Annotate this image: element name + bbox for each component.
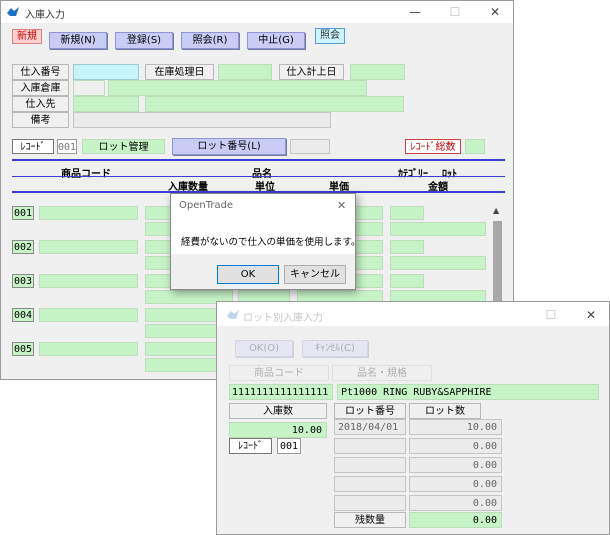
- lot-lot-qty-label: ロット数: [409, 403, 481, 419]
- grid-header-line-mid: [12, 176, 505, 177]
- lot-row-qty-field[interactable]: 0.00: [409, 495, 502, 511]
- supplier-code-field[interactable]: [73, 96, 139, 112]
- lot-record-label: ﾚｺｰﾄﾞ: [229, 438, 272, 454]
- lot-product-name-field: Pt1000 RING RUBY&SAPPHIRE: [337, 384, 599, 400]
- main-titlebar: 入庫入力 — ☐ ✕: [1, 1, 513, 23]
- row-number: 002: [12, 240, 34, 254]
- record-no-field[interactable]: 001: [57, 139, 77, 154]
- lot-row-lot-no-field[interactable]: 2018/04/01: [334, 419, 406, 435]
- supplier-name-field[interactable]: [145, 96, 404, 112]
- lot-product-name-label: 品名・規格: [332, 365, 432, 381]
- lot-row-lot-no-field[interactable]: [334, 495, 406, 511]
- warehouse-code-field[interactable]: [73, 80, 105, 96]
- lot-titlebar: ロット別入庫入力 ☐ ✕: [217, 302, 609, 326]
- lot-row-qty-field[interactable]: 10.00: [409, 419, 502, 435]
- maximize-icon[interactable]: ☐: [439, 3, 471, 21]
- row-product-code-field[interactable]: [39, 342, 138, 356]
- inquiry-button[interactable]: 照会(R): [181, 32, 239, 49]
- lot-window-title: ロット別入庫入力: [243, 313, 323, 324]
- lot-row-lot-no-field[interactable]: [334, 457, 406, 473]
- dialog-cancel-button[interactable]: キャンセル: [284, 265, 346, 284]
- row-number: 003: [12, 274, 34, 288]
- lot-row-qty-field[interactable]: 0.00: [409, 476, 502, 492]
- supplier-label: 仕入先: [12, 96, 69, 112]
- row-product-code-field[interactable]: [39, 240, 138, 254]
- register-button[interactable]: 登録(S): [115, 32, 173, 49]
- lot-stock-qty-label: 入庫数: [229, 403, 327, 419]
- lot-row-lot-no-field[interactable]: [334, 438, 406, 454]
- warehouse-label: 入庫倉庫: [12, 80, 69, 96]
- stock-date-field[interactable]: [218, 64, 272, 80]
- grid-header-line-top: [12, 159, 505, 161]
- row-number: 001: [12, 206, 34, 220]
- order-no-field[interactable]: [73, 64, 139, 80]
- lot-record-no-field[interactable]: 001: [277, 438, 301, 454]
- warehouse-name-field[interactable]: [108, 80, 367, 96]
- lot-product-code-label: 商品コード: [229, 365, 329, 381]
- lot-number-field[interactable]: [290, 139, 330, 154]
- lot-row-qty-field[interactable]: 0.00: [409, 457, 502, 473]
- memo-field[interactable]: [73, 112, 331, 128]
- lot-management-field: ロット管理: [82, 139, 165, 154]
- lot-cancel-button[interactable]: ｷｬﾝｾﾙ(C): [302, 340, 368, 357]
- cancel-button[interactable]: 中止(G): [247, 32, 305, 49]
- lot-product-code-field: 1111111111111111: [229, 384, 333, 400]
- stock-date-label: 在庫処理日: [145, 64, 214, 80]
- dialog-ok-button[interactable]: OK: [217, 265, 279, 284]
- dialog-message: 経費がないので仕入の単価を使用します。: [181, 237, 361, 248]
- record-total-field: [465, 139, 485, 154]
- row-amount-field[interactable]: [390, 222, 486, 236]
- close-icon[interactable]: ✕: [479, 3, 511, 21]
- dialog-close-icon[interactable]: ✕: [337, 199, 346, 212]
- row-category-field[interactable]: [390, 206, 424, 220]
- lot-row-qty-field[interactable]: 0.00: [409, 438, 502, 454]
- new-button[interactable]: 新規(N): [49, 32, 107, 49]
- row-product-code-field[interactable]: [39, 308, 138, 322]
- record-label: ﾚｺｰﾄﾞ: [12, 139, 54, 154]
- row-product-code-field[interactable]: [39, 274, 138, 288]
- order-no-label: 仕入番号: [12, 64, 69, 80]
- lot-maximize-icon[interactable]: ☐: [535, 306, 567, 324]
- lot-remaining-field: 0.00: [409, 512, 502, 528]
- lot-lot-no-label: ロット番号: [334, 403, 406, 419]
- app-icon: [7, 7, 19, 16]
- row-category-field[interactable]: [390, 274, 424, 288]
- header-category: ｶﾃｺﾞﾘｰ: [398, 169, 428, 180]
- header-product-code: 商品コード: [61, 169, 111, 180]
- lot-number-button[interactable]: ロット番号(L): [172, 138, 286, 155]
- lot-stock-qty-field: 10.00: [229, 422, 327, 438]
- row-number: 005: [12, 342, 34, 356]
- record-total-label: ﾚｺｰﾄﾞ総数: [405, 139, 461, 154]
- lot-app-icon: [227, 310, 239, 319]
- row-number: 004: [12, 308, 34, 322]
- lot-ok-button[interactable]: OK(O): [235, 340, 293, 357]
- scroll-up-icon[interactable]: ▲: [493, 206, 499, 215]
- row-amount-field[interactable]: [390, 256, 486, 270]
- memo-label: 備考: [12, 112, 69, 128]
- mode-indicator: 照会: [315, 28, 345, 44]
- mode-badge: 新規: [12, 29, 42, 44]
- row-category-field[interactable]: [390, 240, 424, 254]
- main-window-title: 入庫入力: [25, 10, 65, 21]
- lot-close-icon[interactable]: ✕: [575, 306, 607, 324]
- message-dialog: OpenTrade ✕ 経費がないので仕入の単価を使用します。 OK キャンセル: [170, 193, 361, 290]
- dialog-title: OpenTrade: [179, 200, 234, 211]
- purchase-date-label: 仕入計上日: [279, 64, 344, 80]
- minimize-icon[interactable]: —: [399, 3, 431, 21]
- lot-remaining-label: 残数量: [334, 512, 406, 528]
- lot-window: ロット別入庫入力 ☐ ✕ OK(O) ｷｬﾝｾﾙ(C) 商品コード 品名・規格 …: [216, 301, 610, 535]
- lot-row-lot-no-field[interactable]: [334, 476, 406, 492]
- purchase-date-field[interactable]: [350, 64, 405, 80]
- row-product-code-field[interactable]: [39, 206, 138, 220]
